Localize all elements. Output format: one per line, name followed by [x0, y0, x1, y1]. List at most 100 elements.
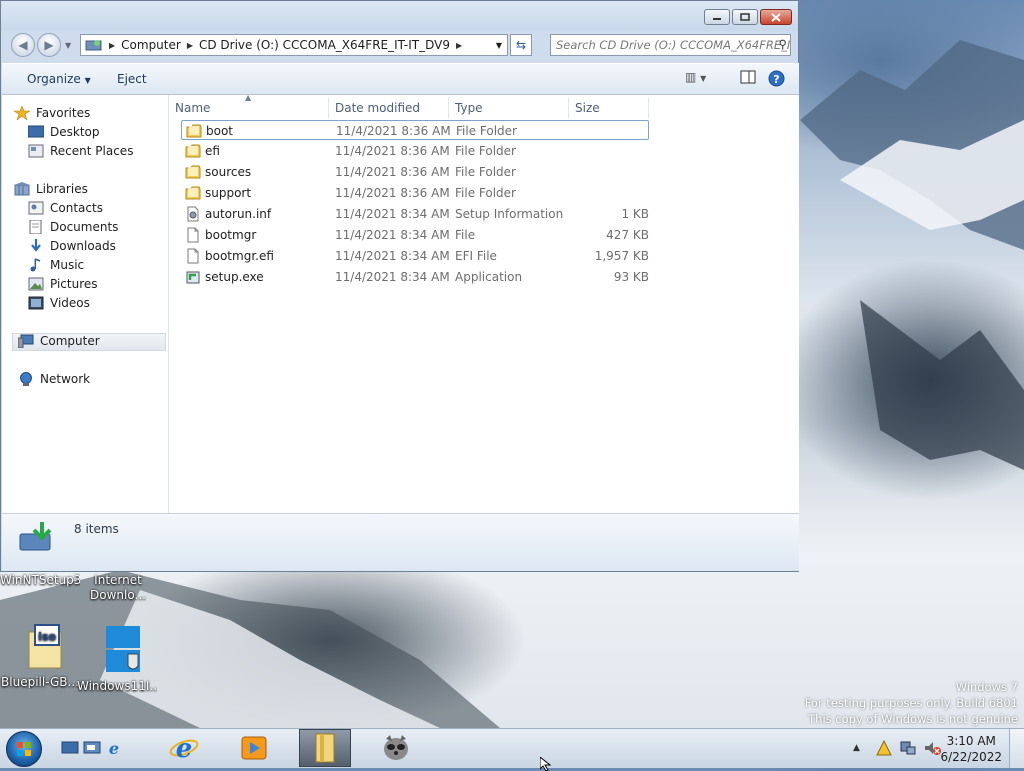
desktop-icon — [27, 125, 45, 139]
taskbar-media-player[interactable] — [230, 729, 278, 767]
system-clock[interactable]: 3:10 AM 6/22/2022 — [940, 733, 1002, 765]
nav-label: Network — [40, 372, 91, 386]
file-date-modified: 11/4/2021 8:36 AM — [335, 165, 450, 179]
file-icon — [185, 227, 201, 243]
details-pane: 8 items — [2, 513, 799, 571]
raccoon-app-icon — [384, 735, 408, 760]
documents-icon — [28, 219, 44, 235]
file-row[interactable]: bootmgr.efi 11/4/2021 8:34 AM EFI File 1,95… — [181, 246, 649, 266]
computer-icon — [17, 334, 34, 349]
mouse-pointer-icon — [540, 757, 552, 771]
desktop-icon-internet-download-manager[interactable]: Internet Downlo... — [78, 573, 158, 603]
close-icon — [771, 12, 781, 22]
file-row[interactable]: sources 11/4/2021 8:36 AM File Folder — [181, 162, 649, 182]
column-header-type[interactable]: Type — [449, 97, 569, 119]
network-icon — [18, 372, 34, 386]
item-count: 8 items — [74, 522, 119, 536]
nav-item-libraries[interactable]: Libraries — [14, 180, 88, 198]
file-name: sources — [205, 165, 252, 179]
file-row[interactable]: autorun.inf 11/4/2021 8:34 AM Setup Inform… — [181, 204, 649, 224]
close-button[interactable] — [760, 9, 792, 25]
help-icon: ? — [768, 70, 785, 87]
eject-button[interactable]: Eject — [117, 72, 147, 86]
breadcrumb-computer[interactable]: Computer — [115, 38, 187, 52]
desktop-icon-windows11-iso[interactable]: Windows11I... — [77, 624, 157, 693]
nav-item-music[interactable]: Music — [28, 256, 84, 274]
watermark-line: Windows 7 — [955, 680, 1018, 694]
file-row[interactable]: setup.exe 11/4/2021 8:34 AM Application 93 … — [181, 267, 649, 287]
network-tray-icon[interactable] — [900, 740, 916, 759]
file-row[interactable]: efi 11/4/2021 8:36 AM File Folder — [181, 141, 649, 161]
file-type: File Folder — [455, 165, 516, 179]
action-center-icon[interactable] — [876, 739, 892, 759]
show-desktop-button[interactable] — [1009, 729, 1024, 768]
nav-item-pictures[interactable]: Pictures — [28, 275, 98, 293]
watermark-line: For testing purposes only. Build 6801 — [804, 696, 1018, 710]
taskbar-app-raccoon[interactable] — [372, 729, 420, 767]
nav-item-documents[interactable]: Documents — [28, 218, 118, 236]
nav-item-favorites[interactable]: Favorites — [12, 104, 90, 122]
address-bar[interactable]: ▶ Computer ▶ CD Drive (O:) CCCOMA_X64FRE… — [80, 34, 508, 56]
organize-label: Organize — [27, 72, 81, 86]
preview-pane-button[interactable] — [740, 70, 756, 87]
column-header-size[interactable]: Size — [569, 97, 649, 119]
column-header-date-modified[interactable]: Date modified — [329, 97, 449, 119]
start-button[interactable] — [6, 731, 42, 767]
nav-item-downloads[interactable]: Downloads — [28, 237, 116, 255]
back-arrow-icon: ◀ — [18, 38, 28, 52]
forward-button[interactable]: ▶ — [37, 33, 61, 57]
file-type: File Folder — [456, 124, 517, 138]
volume-muted-icon[interactable] — [924, 740, 942, 759]
taskbar-windows-explorer[interactable] — [299, 729, 351, 767]
nav-item-recent-places[interactable]: Recent Places — [28, 142, 133, 160]
internet-explorer-small-icon[interactable]: e — [105, 740, 123, 756]
recent-pages-dropdown-icon[interactable]: ▼ — [65, 41, 71, 50]
nav-item-network[interactable]: Network — [18, 370, 90, 388]
address-chevron-icon[interactable]: ▶ — [456, 41, 462, 50]
switch-windows-icon[interactable] — [83, 741, 101, 755]
organize-button[interactable]: Organize ▼ — [27, 72, 91, 86]
back-button[interactable]: ◀ — [11, 33, 35, 57]
clock-time: 3:10 AM — [946, 734, 996, 748]
desktop-icon-winntsetup3[interactable]: WinNTSetup3 — [0, 573, 80, 587]
taskbar-internet-explorer[interactable]: e — [160, 729, 208, 767]
show-desktop-quicklaunch-icon[interactable] — [61, 741, 79, 755]
nav-label: Computer — [40, 334, 100, 348]
navigation-pane: Favorites Desktop Recent Places Librarie… — [2, 95, 169, 513]
file-name: efi — [205, 144, 220, 158]
windows-logo-icon — [106, 626, 140, 672]
show-hidden-icons-button[interactable]: ▲ — [853, 743, 860, 753]
file-row[interactable]: boot 11/4/2021 8:36 AM File Folder — [181, 120, 649, 140]
file-date-modified: 11/4/2021 8:34 AM — [335, 207, 450, 221]
nav-item-videos[interactable]: Videos — [28, 294, 90, 312]
nav-label: Videos — [50, 296, 90, 310]
refresh-button[interactable]: ⇆ — [510, 34, 532, 56]
media-player-icon — [241, 736, 267, 760]
help-button[interactable]: ? — [768, 70, 785, 90]
svg-text:e: e — [176, 734, 193, 763]
column-header-name[interactable]: Name — [169, 97, 329, 119]
file-row[interactable]: support 11/4/2021 8:36 AM File Folder — [181, 183, 649, 203]
file-type: File Folder — [455, 186, 516, 200]
file-list: ▲ Name Date modified Type Size boot 11/4/… — [169, 93, 799, 513]
desktop-icon-label: Windows11I... — [77, 679, 157, 693]
search-input[interactable]: Search CD Drive (O:) CCCOMA_X64FRE_I ⚲ — [550, 34, 791, 56]
minimize-button[interactable] — [704, 9, 730, 25]
nav-item-contacts[interactable]: Contacts — [28, 199, 103, 217]
explorer-window[interactable]: ◀ ▶ ▼ ▶ Computer ▶ CD Drive (O:) CCCOMA_… — [0, 0, 799, 572]
maximize-button[interactable] — [732, 9, 758, 25]
desktop-icon-bluepill[interactable]: iso Bluepill-GB... — [0, 624, 80, 689]
file-row[interactable]: bootmgr 11/4/2021 8:34 AM File 427 KB — [181, 225, 649, 245]
file-date-modified: 11/4/2021 8:36 AM — [335, 186, 450, 200]
title-bar[interactable] — [1, 1, 798, 31]
view-options-button[interactable]: ▥ ▼ — [685, 70, 706, 84]
search-icon[interactable]: ⚲ — [779, 37, 787, 51]
explorer-folder-icon — [315, 733, 335, 763]
command-bar: Organize ▼ Eject ▥ ▼ ? — [2, 63, 799, 95]
file-date-modified: 11/4/2021 8:34 AM — [335, 249, 450, 263]
address-history-dropdown-icon[interactable]: ▼ — [496, 41, 502, 50]
nav-item-desktop[interactable]: Desktop — [27, 123, 100, 141]
pictures-icon — [28, 277, 44, 291]
breadcrumb-cd-drive[interactable]: CD Drive (O:) CCCOMA_X64FRE_IT-IT_DV9 — [193, 38, 456, 52]
nav-item-computer[interactable]: Computer — [17, 332, 100, 350]
